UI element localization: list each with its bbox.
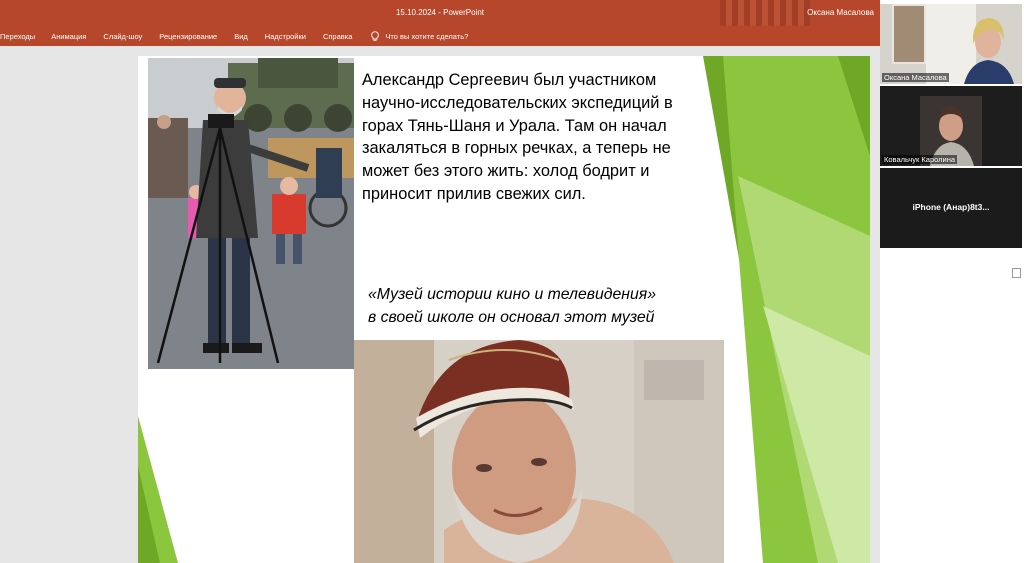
portrait-photo — [354, 340, 724, 563]
participant-tile[interactable]: Ковальчук Каролина — [880, 86, 1022, 166]
tab-addins[interactable]: Надстройки — [265, 32, 306, 41]
scrollbar-thumb[interactable] — [1012, 268, 1021, 278]
lightbulb-icon — [371, 30, 380, 41]
title-bar: 15.10.2024 - PowerPoint Оксана Масалова — [0, 0, 880, 26]
tab-help[interactable]: Справка — [323, 32, 352, 41]
tab-review[interactable]: Рецензирование — [159, 32, 217, 41]
participant-name: Ковальчук Каролина — [882, 155, 958, 164]
participant-video — [880, 4, 1022, 84]
powerpoint-window: 15.10.2024 - PowerPoint Оксана Масалова … — [0, 0, 880, 563]
participant-tile[interactable]: Оксана Масалова — [880, 4, 1022, 84]
participants-panel: Оксана Масалова Ковальчук Каролина iPhon… — [880, 0, 1024, 563]
tell-me-placeholder: Что вы хотите сделать? — [385, 31, 469, 41]
quote-line-1: «Музей истории кино и телевидения» — [368, 286, 656, 303]
ribbon-tabs: Переходы Анимация Слайд-шоу Рецензирован… — [0, 26, 880, 46]
tab-view[interactable]: Вид — [234, 32, 248, 41]
slide-quote[interactable]: «Музей истории кино и телевидения» в сво… — [368, 284, 708, 329]
tab-transitions[interactable]: Переходы — [0, 32, 35, 41]
tab-animations[interactable]: Анимация — [51, 32, 86, 41]
participant-name: Оксана Масалова — [882, 73, 949, 82]
slide-canvas[interactable]: Александр Сергеевич был участником научн… — [138, 56, 870, 563]
photographer-photo — [148, 58, 354, 369]
quote-line-2: в своей школе он основал этот музей — [368, 308, 655, 326]
tell-me-box[interactable]: Что вы хотите сделать? — [371, 30, 469, 42]
window-title: 15.10.2024 - PowerPoint — [395, 8, 485, 17]
participant-name: iPhone (Анар)8t3... — [912, 202, 990, 212]
slide-body-text[interactable]: Александр Сергеевич был участником научн… — [362, 69, 714, 206]
signed-in-user[interactable]: Оксана Масалова — [807, 8, 874, 17]
participant-video — [880, 86, 1022, 166]
participant-tile[interactable]: iPhone (Анар)8t3... — [880, 168, 1022, 248]
tab-slideshow[interactable]: Слайд-шоу — [103, 32, 142, 41]
